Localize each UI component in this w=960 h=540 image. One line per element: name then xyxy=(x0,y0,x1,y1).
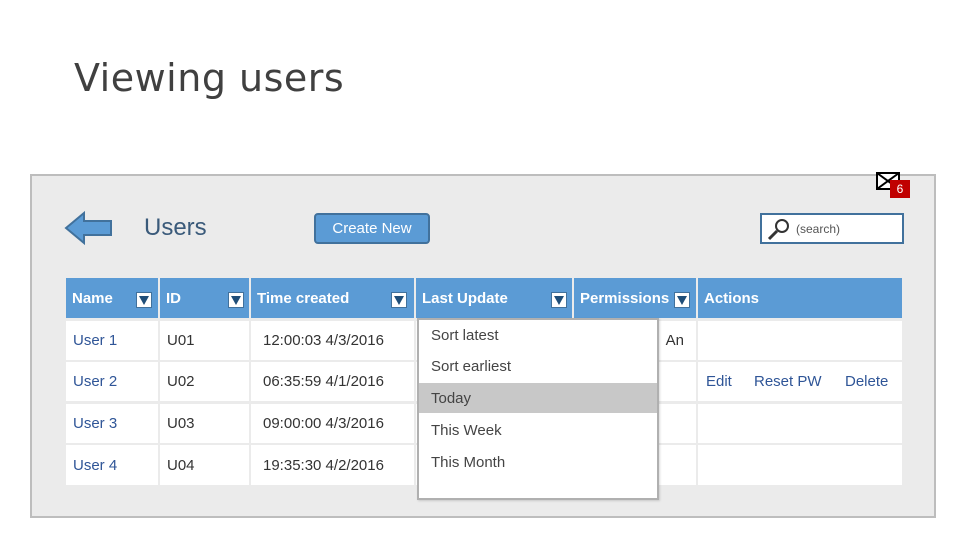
delete-link[interactable]: Delete xyxy=(845,373,888,390)
user-id: U02 xyxy=(160,362,249,401)
menu-item-today[interactable]: Today xyxy=(419,383,657,413)
column-label: ID xyxy=(166,289,181,307)
sort-name-icon[interactable] xyxy=(136,292,152,308)
sort-id-icon[interactable] xyxy=(228,292,244,308)
edit-link[interactable]: Edit xyxy=(706,373,732,390)
menu-item-this-month[interactable]: This Month xyxy=(419,447,657,477)
notification-badge: 6 xyxy=(890,180,910,198)
user-id: U03 xyxy=(160,404,249,443)
actions-cell xyxy=(698,321,902,360)
last-update-filter-dropdown: Sort latest Sort earliest Today This Wee… xyxy=(417,318,659,500)
page-title: Viewing users xyxy=(74,56,345,100)
sort-last-update-icon[interactable] xyxy=(551,292,567,308)
search-input[interactable]: (search) xyxy=(760,213,904,244)
back-arrow-icon[interactable] xyxy=(64,210,114,246)
column-header-last-update[interactable]: Last Update xyxy=(416,278,572,318)
search-placeholder: (search) xyxy=(796,221,841,236)
section-title: Users xyxy=(144,214,207,241)
time-created: 06:35:59 4/1/2016 xyxy=(251,362,414,401)
sort-permissions-icon[interactable] xyxy=(674,292,690,308)
actions-cell xyxy=(698,404,902,443)
column-label: Name xyxy=(72,289,113,307)
sort-time-created-icon[interactable] xyxy=(391,292,407,308)
user-name-link[interactable]: User 2 xyxy=(66,362,158,401)
column-header-actions: Actions xyxy=(698,278,902,318)
column-label: Permissions xyxy=(580,289,670,307)
user-name-link[interactable]: User 4 xyxy=(66,445,158,485)
column-label: Time created xyxy=(257,289,350,307)
user-id: U04 xyxy=(160,445,249,485)
column-label: Actions xyxy=(704,289,760,307)
user-name-link[interactable]: User 1 xyxy=(66,321,158,360)
user-id: U01 xyxy=(160,321,249,360)
menu-item-sort-latest[interactable]: Sort latest xyxy=(419,320,657,350)
menu-item-sort-earliest[interactable]: Sort earliest xyxy=(419,351,657,381)
user-name-link[interactable]: User 3 xyxy=(66,404,158,443)
time-created: 12:00:03 4/3/2016 xyxy=(251,321,414,360)
column-label: Last Update xyxy=(422,289,508,307)
column-header-time-created[interactable]: Time created xyxy=(251,278,414,318)
time-created: 09:00:00 4/3/2016 xyxy=(251,404,414,443)
create-new-button[interactable]: Create New xyxy=(314,213,430,244)
menu-item-this-week[interactable]: This Week xyxy=(419,415,657,445)
time-created: 19:35:30 4/2/2016 xyxy=(251,445,414,485)
search-icon xyxy=(767,218,789,240)
actions-cell xyxy=(698,445,902,485)
reset-password-link[interactable]: Reset PW xyxy=(754,373,822,390)
